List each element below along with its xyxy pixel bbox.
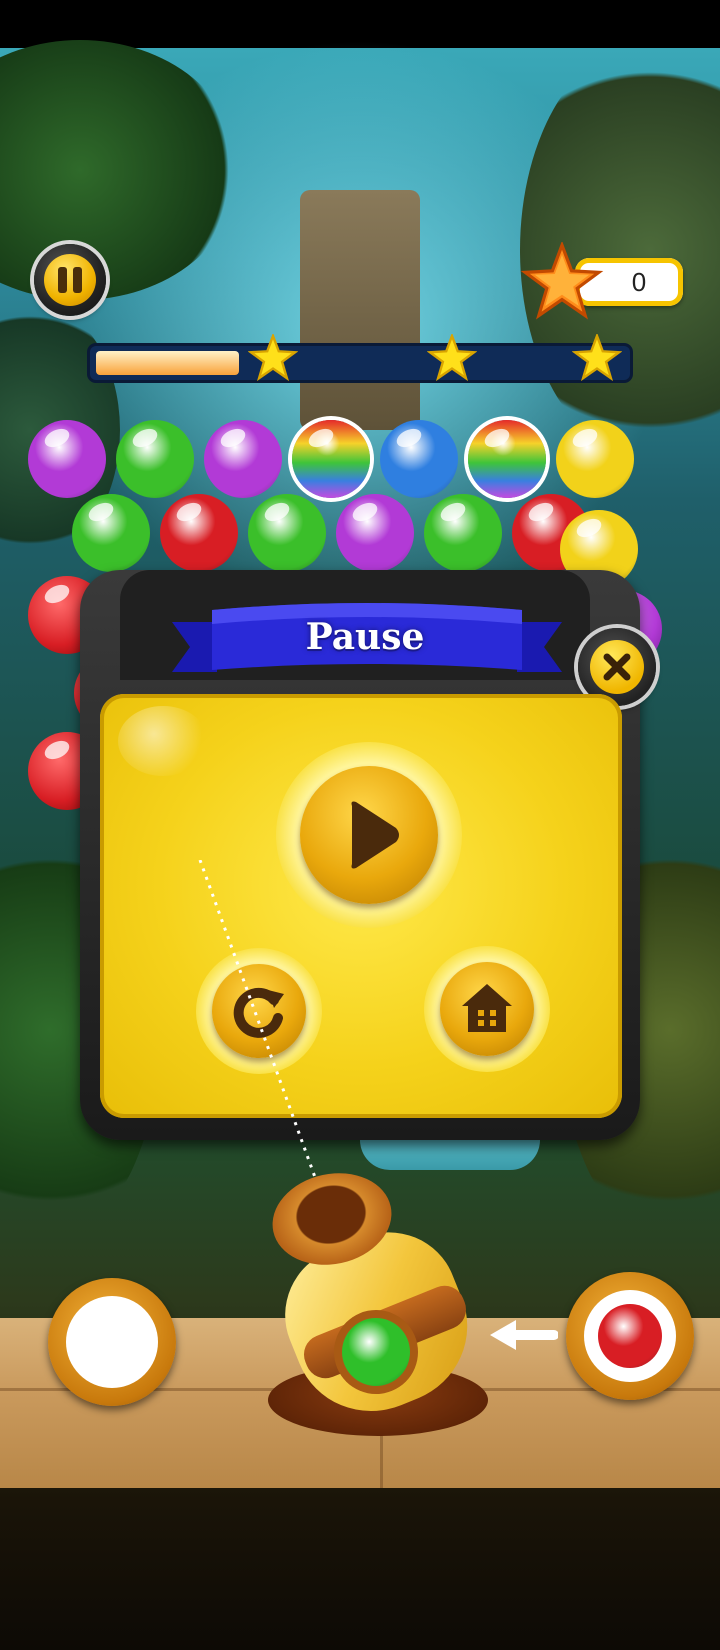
bubble <box>116 420 194 498</box>
next-ball <box>598 1304 662 1368</box>
bubble <box>204 420 282 498</box>
bubble <box>72 494 150 572</box>
close-icon <box>590 640 644 694</box>
next-ball-holder <box>584 1290 676 1382</box>
current-ball <box>342 1318 410 1386</box>
swap-slot-button[interactable] <box>48 1278 176 1406</box>
bubble <box>292 420 370 498</box>
bubble <box>336 494 414 572</box>
pause-title: Pause <box>305 616 425 658</box>
next-ball-button[interactable] <box>566 1272 694 1400</box>
swap-arrow-icon <box>490 1320 558 1350</box>
swap-slot <box>66 1296 158 1388</box>
bubble <box>248 494 326 572</box>
bubble <box>424 494 502 572</box>
bubble <box>28 420 106 498</box>
bubble <box>556 420 634 498</box>
panel-gloss <box>118 706 208 776</box>
home-icon <box>440 962 534 1056</box>
bubble <box>160 494 238 572</box>
bubble <box>380 420 458 498</box>
current-ball-holder <box>334 1310 418 1394</box>
bubble <box>468 420 546 498</box>
home-button[interactable] <box>424 946 550 1072</box>
